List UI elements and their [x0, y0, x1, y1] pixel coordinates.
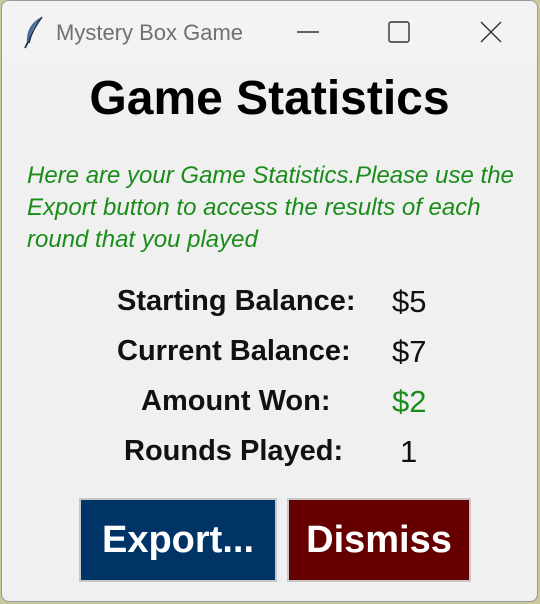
page-title: Game Statistics: [89, 72, 450, 125]
export-button[interactable]: Export...: [79, 498, 277, 582]
maximize-icon: [388, 21, 410, 43]
maximize-button[interactable]: [376, 9, 422, 55]
title-bar[interactable]: Mystery Box Game: [2, 1, 537, 63]
amount-won-value: $2: [392, 384, 427, 419]
amount-won-label: Amount Won:: [141, 385, 331, 417]
feather-icon: [22, 15, 46, 49]
rounds-played-value: 1: [400, 434, 418, 469]
rounds-played-label: Rounds Played:: [124, 435, 344, 467]
close-button[interactable]: [468, 9, 514, 55]
minimize-icon: [297, 31, 319, 33]
window-title: Mystery Box Game: [56, 20, 244, 45]
current-balance-value: $7: [392, 334, 427, 369]
close-icon: [480, 21, 502, 43]
starting-balance-value: $5: [392, 284, 427, 319]
current-balance-label: Current Balance:: [117, 335, 351, 367]
info-message: Here are your Game Statistics.Please use…: [27, 162, 514, 253]
dismiss-button[interactable]: Dismiss: [287, 498, 471, 582]
minimize-button[interactable]: [285, 9, 331, 55]
starting-balance-label: Starting Balance:: [117, 285, 356, 317]
dialog-window: Mystery Box Game Game Statistics Here ar…: [1, 0, 538, 602]
